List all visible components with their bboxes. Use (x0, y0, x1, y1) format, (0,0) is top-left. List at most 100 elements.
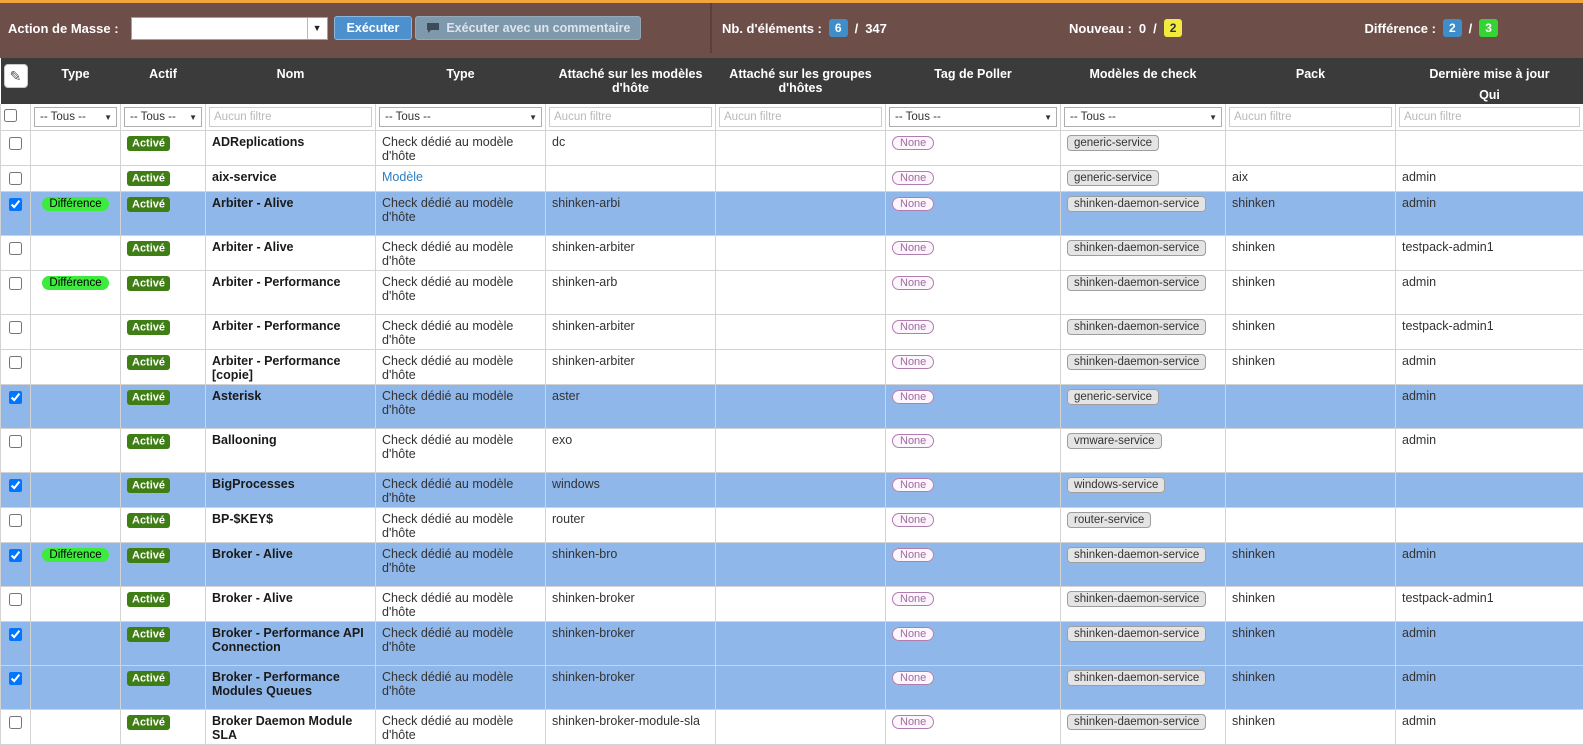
col-header-check-models[interactable]: Modèles de check (1061, 58, 1226, 104)
row-checkbox[interactable] (9, 137, 22, 150)
row-name: Broker - Performance API Connection (212, 626, 364, 654)
row-checkbox[interactable] (9, 672, 22, 685)
row-qui: admin (1402, 354, 1436, 368)
row-checkbox[interactable] (9, 277, 22, 290)
row-host-model: shinken-arbiter (552, 240, 635, 254)
chevron-down-icon: ▼ (1209, 113, 1217, 122)
row-qui: testpack-admin1 (1402, 240, 1494, 254)
check-model-badge: shinken-daemon-service (1067, 626, 1206, 642)
table-row[interactable]: Activé Broker - Performance API Connecti… (1, 622, 1583, 666)
row-checkbox[interactable] (9, 628, 22, 641)
difference-total-badge: 3 (1479, 19, 1498, 37)
table-row[interactable]: Activé BigProcesses Check dédié au modèl… (1, 473, 1583, 508)
table-row[interactable]: Différence Activé Arbiter - Performance … (1, 271, 1583, 315)
table-row[interactable]: Activé Broker Daemon Module SLA Check dé… (1, 710, 1583, 745)
row-checkbox[interactable] (9, 549, 22, 562)
difference-badge: Différence (42, 276, 108, 290)
row-host-model: aster (552, 389, 580, 403)
poller-tag-badge: None (892, 715, 934, 729)
poller-tag-badge: None (892, 390, 934, 404)
row-name: Arbiter - Performance (212, 319, 341, 333)
col-header-host-groups[interactable]: Attaché sur les groupes d'hôtes (716, 58, 886, 104)
row-checkbox[interactable] (9, 435, 22, 448)
actif-badge: Activé (127, 197, 170, 212)
table-row[interactable]: Différence Activé Arbiter - Alive Check … (1, 192, 1583, 236)
execute-comment-button[interactable]: Exécuter avec un commentaire (415, 16, 641, 40)
row-type: Check dédié au modèle d'hôte (382, 477, 513, 505)
check-model-badge: shinken-daemon-service (1067, 275, 1206, 291)
filter-pack-input[interactable] (1229, 107, 1392, 127)
row-qui: testpack-admin1 (1402, 319, 1494, 333)
row-checkbox[interactable] (9, 593, 22, 606)
filter-updated-input[interactable] (1399, 107, 1580, 127)
col-header-type[interactable]: Type (31, 58, 121, 104)
row-checkbox[interactable] (9, 321, 22, 334)
actif-badge: Activé (127, 136, 170, 151)
col-header-updated[interactable]: Dernière mise à jour Qui (1396, 58, 1583, 104)
row-checkbox[interactable] (9, 716, 22, 729)
table-row[interactable]: Activé aix-service Modèle None generic-s… (1, 166, 1583, 192)
row-checkbox[interactable] (9, 479, 22, 492)
row-checkbox[interactable] (9, 198, 22, 211)
filter-type-select[interactable]: -- Tous --▼ (34, 107, 117, 127)
col-header-actif[interactable]: Actif (121, 58, 206, 104)
table-row[interactable]: Activé Arbiter - Performance [copie] Che… (1, 350, 1583, 385)
select-all-checkbox[interactable] (4, 109, 17, 122)
row-host-model: windows (552, 477, 600, 491)
col-header-type2[interactable]: Type (376, 58, 546, 104)
filter-host-groups-input[interactable] (719, 107, 882, 127)
header-edit-cell: ✎ (1, 58, 31, 104)
table-row[interactable]: Activé Ballooning Check dédié au modèle … (1, 429, 1583, 473)
filter-actif-select[interactable]: -- Tous --▼ (124, 107, 202, 127)
col-header-pack[interactable]: Pack (1226, 58, 1396, 104)
row-type: Check dédié au modèle d'hôte (382, 354, 513, 382)
edit-pencil-button[interactable]: ✎ (4, 64, 28, 88)
row-checkbox[interactable] (9, 391, 22, 404)
row-pack: shinken (1232, 354, 1275, 368)
actif-badge: Activé (127, 320, 170, 335)
execute-button[interactable]: Exécuter (334, 16, 413, 40)
row-name: Arbiter - Alive (212, 196, 294, 210)
row-pack: aix (1232, 170, 1248, 184)
mass-action-panel: Action de Masse : ▼ Exécuter Exécuter av… (0, 3, 712, 53)
table-row[interactable]: Différence Activé Broker - Alive Check d… (1, 543, 1583, 587)
table-header-row: ✎ Type Actif Nom Type Attaché sur les mo… (1, 58, 1583, 104)
table-row[interactable]: Activé Asterisk Check dédié au modèle d'… (1, 385, 1583, 429)
filter-nom-input[interactable] (209, 107, 372, 127)
row-name: Arbiter - Alive (212, 240, 294, 254)
check-model-badge: generic-service (1067, 389, 1159, 405)
filter-check-models-select[interactable]: -- Tous --▼ (1064, 107, 1222, 127)
filter-type2-select[interactable]: -- Tous --▼ (379, 107, 542, 127)
row-type: Check dédié au modèle d'hôte (382, 670, 513, 698)
row-pack: shinken (1232, 240, 1275, 254)
table-row[interactable]: Activé ADReplications Check dédié au mod… (1, 131, 1583, 166)
col-header-nom[interactable]: Nom (206, 58, 376, 104)
row-type[interactable]: Modèle (382, 170, 423, 184)
row-checkbox[interactable] (9, 356, 22, 369)
table-row[interactable]: Activé Arbiter - Performance Check dédié… (1, 315, 1583, 350)
filter-host-models-input[interactable] (549, 107, 712, 127)
row-qui: admin (1402, 389, 1436, 403)
table-row[interactable]: Activé BP-$KEY$ Check dédié au modèle d'… (1, 508, 1583, 543)
poller-tag-badge: None (892, 434, 934, 448)
actif-badge: Activé (127, 715, 170, 730)
col-header-host-models[interactable]: Attaché sur les modèles d'hôte (546, 58, 716, 104)
row-host-model: shinken-broker-module-sla (552, 714, 700, 728)
row-checkbox[interactable] (9, 242, 22, 255)
check-model-badge: shinken-daemon-service (1067, 354, 1206, 370)
col-header-poller-tag[interactable]: Tag de Poller (886, 58, 1061, 104)
pencil-icon: ✎ (10, 68, 22, 85)
row-name: Arbiter - Performance (212, 275, 341, 289)
row-checkbox[interactable] (9, 514, 22, 527)
table-row[interactable]: Activé Arbiter - Alive Check dédié au mo… (1, 236, 1583, 271)
table-row[interactable]: Activé Broker - Alive Check dédié au mod… (1, 587, 1583, 622)
poller-tag-badge: None (892, 355, 934, 369)
difference-badge: Différence (42, 197, 108, 211)
row-checkbox[interactable] (9, 172, 22, 185)
mass-action-select[interactable]: ▼ (131, 17, 328, 40)
actif-badge: Activé (127, 671, 170, 686)
table-row[interactable]: Activé Broker - Performance Modules Queu… (1, 666, 1583, 710)
filter-poller-select[interactable]: -- Tous --▼ (889, 107, 1057, 127)
row-pack: shinken (1232, 670, 1275, 684)
poller-tag-badge: None (892, 671, 934, 685)
